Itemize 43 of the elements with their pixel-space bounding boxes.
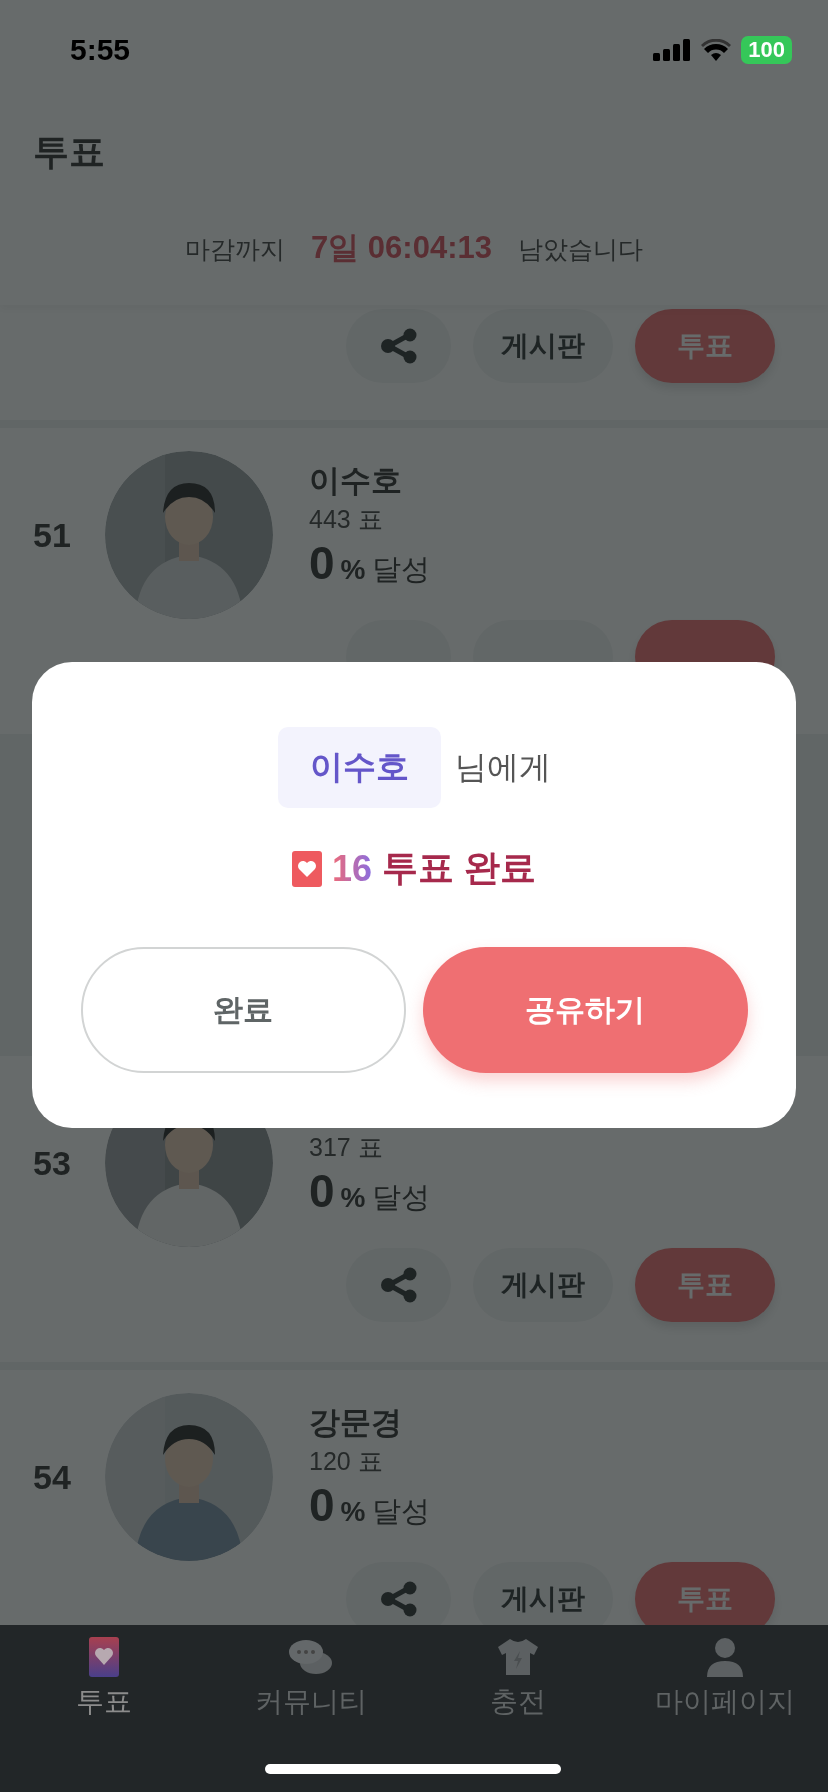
- percent-value: 0: [309, 1478, 335, 1532]
- rank-number: 51: [32, 515, 72, 555]
- countdown-time: 7일 06:04:13: [311, 229, 492, 267]
- percent-unit: %: [340, 554, 366, 586]
- status-time: 5:55: [70, 33, 131, 67]
- tab-item[interactable]: 커뮤니티: [207, 1625, 414, 1722]
- vote-complete-text: 투표 완료: [382, 846, 537, 890]
- board-button[interactable]: 게시판: [473, 309, 613, 383]
- countdown-suffix: 남았습니다: [517, 234, 643, 265]
- vote-count: 443 표: [309, 504, 384, 535]
- wifi-icon: [701, 39, 732, 61]
- recipient-suffix: 님에게: [454, 747, 551, 787]
- vote-count: 120 표: [309, 1446, 384, 1477]
- page-title: 투표: [32, 130, 106, 174]
- chat-bubbles-icon: [287, 1637, 334, 1677]
- heart-card-icon: [88, 1637, 119, 1677]
- person-icon: [706, 1637, 743, 1677]
- candidate-name: 강문경: [309, 1404, 403, 1442]
- tab-item[interactable]: 마이페이지: [621, 1625, 828, 1722]
- share-icon: [378, 1581, 419, 1617]
- signal-icon: [653, 39, 692, 61]
- battery-level: 100: [741, 36, 792, 64]
- heart-card-icon: [291, 850, 322, 887]
- achieved-label: 달성: [371, 552, 430, 587]
- percent-unit: %: [340, 1496, 366, 1528]
- percent-value: 0: [309, 536, 335, 590]
- share-icon: [378, 1267, 419, 1303]
- board-button[interactable]: 게시판: [473, 1248, 613, 1322]
- done-button[interactable]: 완료: [80, 947, 406, 1073]
- vote-count: 317 표: [309, 1132, 384, 1163]
- candidate-name: 이수호: [309, 462, 403, 500]
- share-icon: [378, 328, 419, 364]
- achieved-label: 달성: [371, 1180, 430, 1215]
- percent-value: 0: [309, 1164, 335, 1218]
- tab-item[interactable]: 투표: [0, 1625, 207, 1722]
- rank-number: 53: [32, 1143, 72, 1183]
- achieved-label: 달성: [371, 1494, 430, 1529]
- rank-number: 54: [32, 1457, 72, 1497]
- percent-unit: %: [340, 1182, 366, 1214]
- recipient-name: 이수호: [277, 727, 441, 808]
- countdown-label: 마감까지: [185, 234, 285, 265]
- shirt-icon: [495, 1637, 540, 1677]
- share-button[interactable]: 공유하기: [422, 947, 748, 1073]
